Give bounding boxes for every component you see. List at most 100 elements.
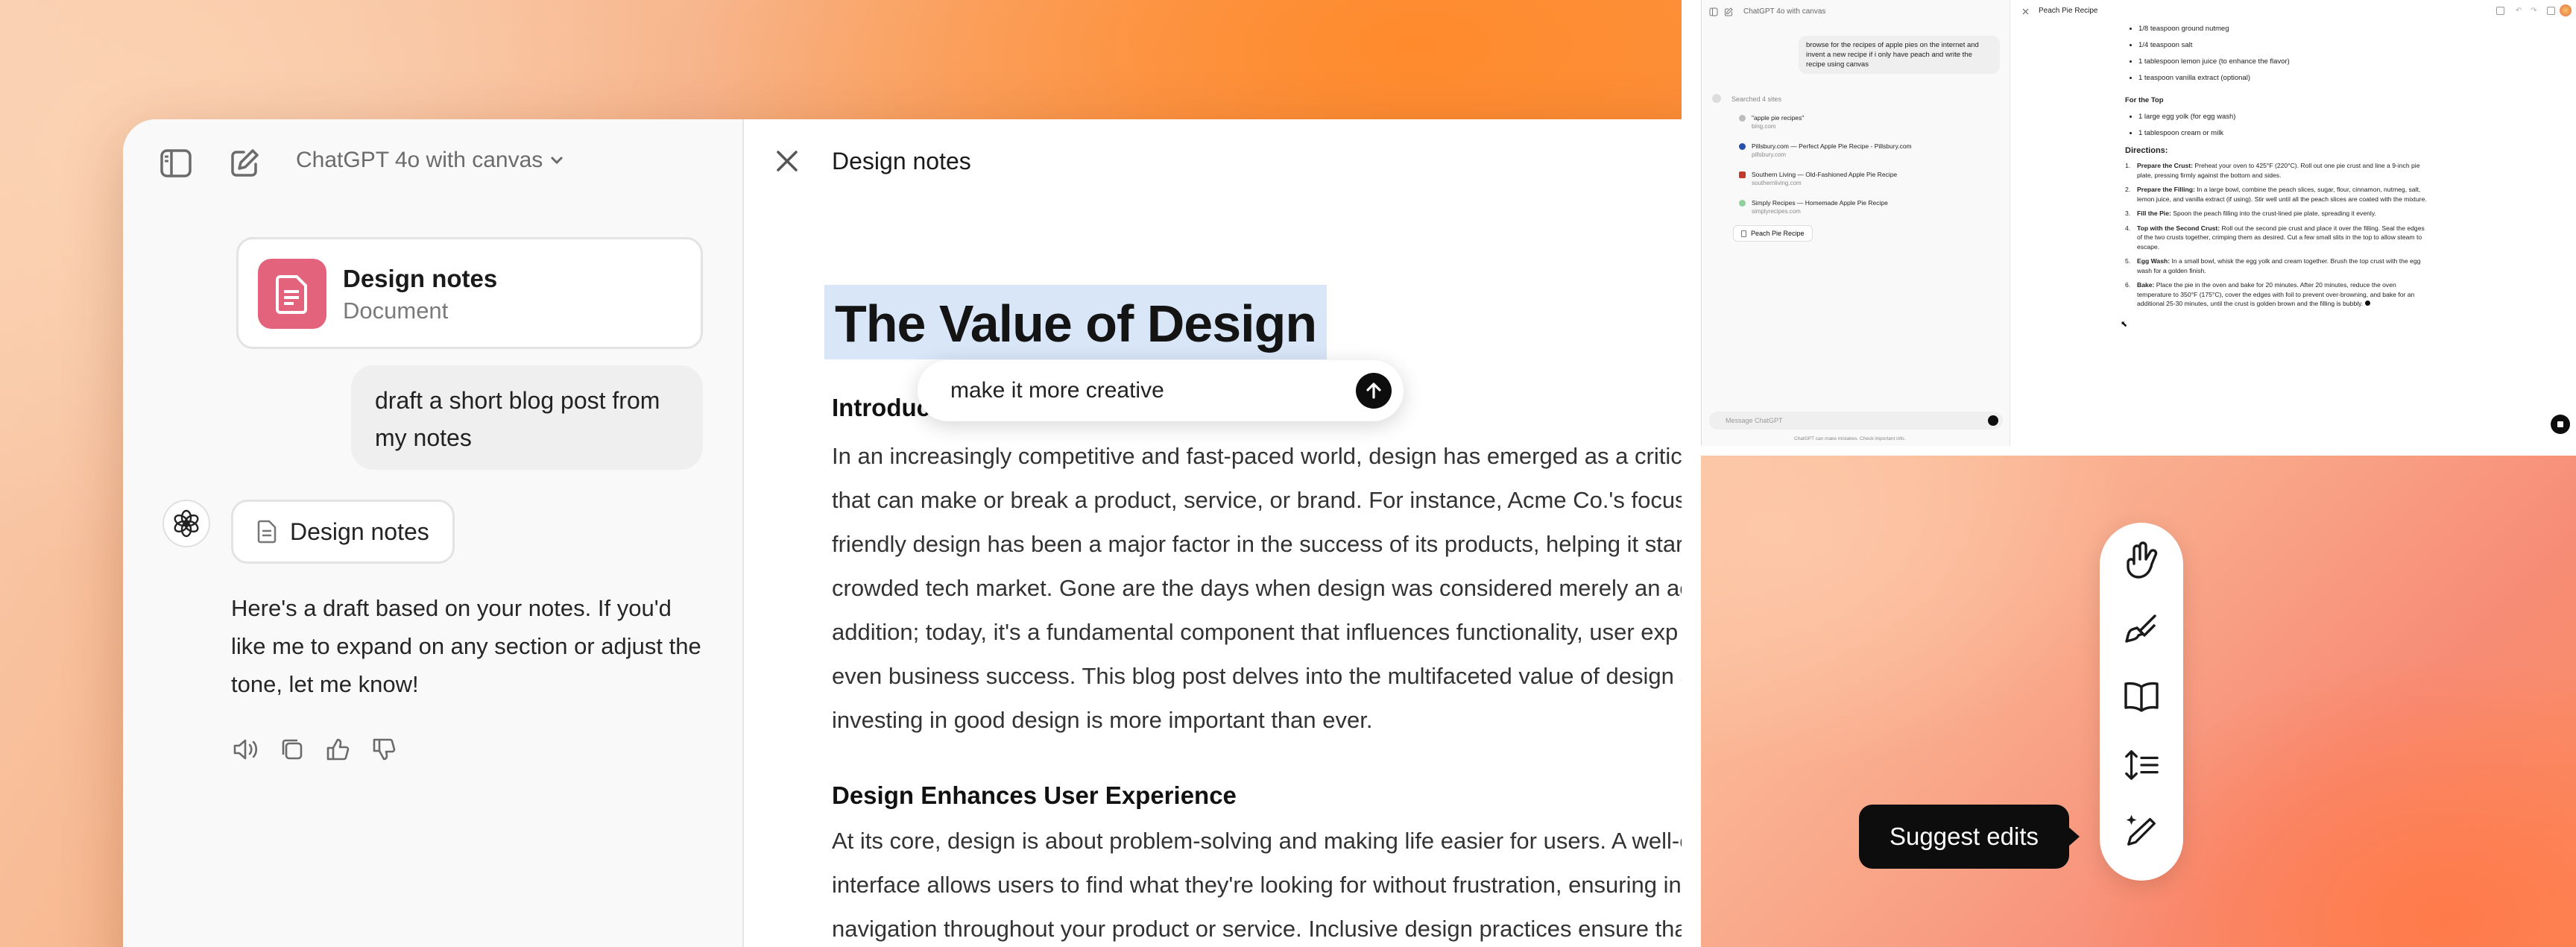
site-domain: southernliving.com xyxy=(1752,180,1802,186)
step-text: escape. xyxy=(2137,242,2160,251)
ingredients-list-tail: 1/8 teaspoon ground nutmeg 1/4 teaspoon … xyxy=(2138,24,2290,83)
intro-heading: Introduc xyxy=(832,394,930,421)
site-favicon-icon xyxy=(1739,143,1746,150)
canvas-shortcuts-toolbar xyxy=(2100,523,2183,881)
history-icon[interactable] xyxy=(2496,7,2504,15)
document-pill[interactable]: Peach Pie Recipe xyxy=(1733,225,1813,242)
book-icon[interactable] xyxy=(2123,678,2160,715)
recipe-chat-sidebar: ChatGPT 4o with canvas browse for the re… xyxy=(1702,0,2010,446)
direction-step: 5. Egg Wash: In a small bowl, whisk the e… xyxy=(2125,257,2421,274)
site-favicon-icon xyxy=(1739,200,1746,207)
paragraph-line: friendly design has been a major factor … xyxy=(832,531,1682,557)
step-label: Prepare the Crust: xyxy=(2137,162,2193,169)
site-title: Simply Recipes — Homemade Apple Pie Reci… xyxy=(1752,199,1888,207)
step-text: In a large bowl, combine the peach slice… xyxy=(2197,186,2421,193)
ingredient-item: 1 teaspoon vanilla extract (optional) xyxy=(2138,73,2290,83)
inline-edit-text: make it more creative xyxy=(950,378,1164,403)
for-top-list: 1 large egg yolk (for egg wash) 1 tables… xyxy=(2138,112,2235,138)
step-label: Prepare the Filling: xyxy=(2137,186,2195,193)
ingredient-item: 1/8 teaspoon ground nutmeg xyxy=(2138,24,2290,34)
paragraph-line: even business success. This blog post de… xyxy=(832,663,1682,689)
recipe-canvas-screenshot: ChatGPT 4o with canvas browse for the re… xyxy=(1701,0,2576,446)
directions-heading: Directions: xyxy=(2125,146,2168,155)
cursor-dot-icon xyxy=(2364,301,2370,306)
for-top-item: 1 large egg yolk (for egg wash) xyxy=(2138,112,2235,122)
document-card-title: Design notes xyxy=(343,265,498,292)
send-button[interactable] xyxy=(1356,373,1392,409)
paragraph-line: At its core, design is about problem-sol… xyxy=(832,828,1682,854)
thumbs-up-icon[interactable] xyxy=(323,734,353,764)
canvas-demo-panel: ChatGPT 4o with canvas Design notes Docu… xyxy=(0,0,1682,947)
site-result[interactable]: Southern Living — Old-Fashioned Apple Pi… xyxy=(1739,170,1897,186)
document-small-icon xyxy=(257,520,277,544)
message-actions xyxy=(231,734,400,764)
copy-icon[interactable] xyxy=(2547,7,2555,15)
step-text: Place the pie in the oven and bake for 2… xyxy=(2156,281,2396,289)
composer[interactable]: Message ChatGPT xyxy=(1709,412,2003,430)
document-pill[interactable]: Design notes xyxy=(231,500,455,564)
searched-sites-label[interactable]: Searched 4 sites xyxy=(1731,95,1781,103)
avatar[interactable] xyxy=(2560,4,2572,16)
site-title: Pillsbury.com — Perfect Apple Pie Recipe… xyxy=(1752,142,1912,150)
disclaimer: ChatGPT can make mistakes. Check importa… xyxy=(1794,436,1906,441)
length-icon[interactable] xyxy=(2123,746,2160,784)
site-result[interactable]: "apple pie recipes" bing.com xyxy=(1739,113,1804,130)
undo-icon[interactable]: ↶ xyxy=(2516,7,2524,15)
site-domain: simplyrecipes.com xyxy=(1752,208,1801,215)
stop-button[interactable] xyxy=(2551,415,2570,434)
send-button[interactable] xyxy=(1988,415,1998,426)
step-text: wash for a golden finish. xyxy=(2137,266,2206,274)
site-domain: pillsbury.com xyxy=(1752,151,1787,158)
canvas-title: Design notes xyxy=(832,148,971,174)
site-title: "apple pie recipes" xyxy=(1752,114,1805,122)
canvas-editor: Design notes The Value of Design Introdu… xyxy=(744,119,1682,947)
step-text: plate, pressing firmly against the botto… xyxy=(2137,171,2282,179)
chatgpt-window: ChatGPT 4o with canvas Design notes Docu… xyxy=(123,119,1682,947)
paragraph-line: addition; today, it's a fundamental comp… xyxy=(832,619,1679,645)
step-text: In a small bowl, whisk the egg yolk and … xyxy=(2171,257,2421,265)
canvas-toolbar-panel: Suggest edits xyxy=(1701,456,2576,947)
document-icon xyxy=(258,259,326,329)
suggest-edits-icon[interactable] xyxy=(2123,812,2160,849)
paragraph-line: that can make or break a product, servic… xyxy=(832,487,1682,513)
model-selector[interactable]: ChatGPT 4o with canvas xyxy=(296,148,564,173)
sidebar-toggle-icon[interactable] xyxy=(157,145,195,182)
thumbs-down-icon[interactable] xyxy=(370,734,400,764)
paintbrush-icon[interactable] xyxy=(2123,611,2160,648)
ingredient-item: 1 tablespoon lemon juice (to enhance the… xyxy=(2138,57,2290,66)
section-heading: Design Enhances User Experience xyxy=(832,781,1237,809)
redo-icon[interactable]: ↷ xyxy=(2531,7,2539,15)
direction-step: 2. Prepare the Filling: In a large bowl, … xyxy=(2125,186,2427,203)
site-favicon-icon xyxy=(1739,172,1746,178)
arrow-up-icon xyxy=(1366,383,1381,399)
emoji-icon[interactable] xyxy=(2123,541,2160,579)
inline-edit-input[interactable]: make it more creative xyxy=(918,360,1404,421)
sidebar-toggle-icon[interactable] xyxy=(1709,7,1718,16)
model-name-label: ChatGPT 4o with canvas xyxy=(296,148,543,172)
recipe-canvas: Peach Pie Recipe ↶ ↷ 1/8 teaspoon ground… xyxy=(2010,0,2576,446)
document-pill-label: Design notes xyxy=(290,517,429,545)
new-chat-icon[interactable] xyxy=(1724,7,1733,16)
site-result[interactable]: Simply Recipes — Homemade Apple Pie Reci… xyxy=(1739,198,1888,215)
paragraph-line: crowded tech market. Gone are the days w… xyxy=(832,575,1682,601)
close-icon[interactable] xyxy=(2021,6,2030,15)
user-message: browse for the recipes of apple pies on … xyxy=(1799,36,2000,74)
model-name-label[interactable]: ChatGPT 4o with canvas xyxy=(1743,7,1825,16)
paragraph-line: navigation throughout your product or se… xyxy=(832,916,1682,942)
direction-step: 3. Fill the Pie: Spoon the peach filling … xyxy=(2125,210,2376,217)
new-chat-icon[interactable] xyxy=(226,145,263,182)
step-label: Egg Wash: xyxy=(2137,257,2171,265)
close-icon[interactable] xyxy=(772,146,802,176)
document-heading-selected[interactable]: The Value of Design xyxy=(824,285,1328,359)
user-message: draft a short blog post from my notes xyxy=(351,365,703,470)
document-card[interactable]: Design notes Document xyxy=(236,237,703,349)
read-aloud-icon[interactable] xyxy=(231,734,261,764)
paragraph-line: interface allows users to find what they… xyxy=(832,872,1682,898)
directions-list: 1. Prepare the Crust: Preheat your oven t… xyxy=(2125,161,2475,309)
copy-icon[interactable] xyxy=(277,734,307,764)
site-result[interactable]: Pillsbury.com — Perfect Apple Pie Recipe… xyxy=(1739,142,1912,158)
chatgpt-logo-icon xyxy=(1712,94,1721,103)
paragraph-line: In an increasingly competitive and fast-… xyxy=(832,443,1682,469)
site-title: Southern Living — Old-Fashioned Apple Pi… xyxy=(1752,171,1898,178)
site-favicon-icon xyxy=(1739,115,1746,122)
